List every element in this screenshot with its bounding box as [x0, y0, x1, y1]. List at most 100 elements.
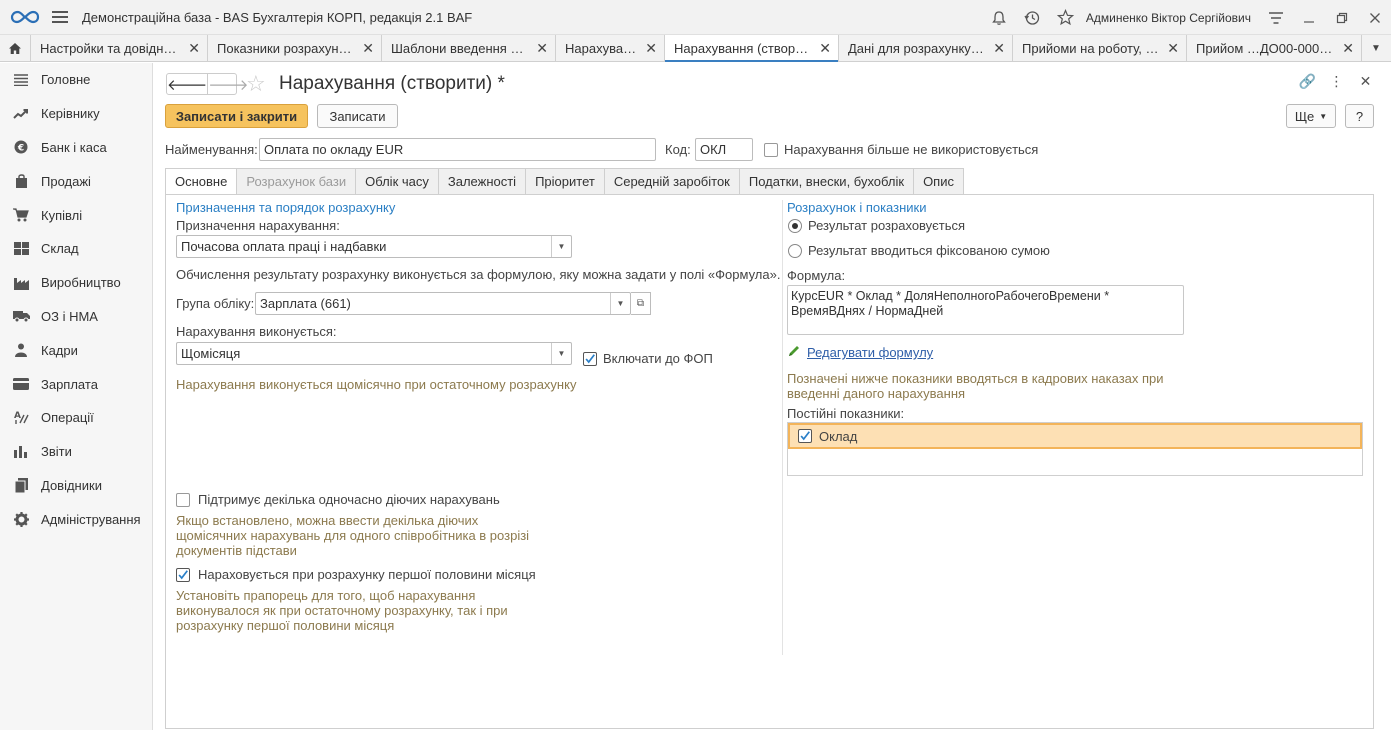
- dropdown-arrow-icon[interactable]: ▼: [551, 343, 571, 364]
- minimize-icon[interactable]: [1292, 0, 1325, 35]
- favorites-star-icon[interactable]: [1049, 0, 1082, 35]
- truck-icon: [12, 309, 30, 323]
- close-tab-icon[interactable]: ✕: [362, 40, 374, 57]
- purpose-select[interactable]: Почасова оплата праці і надбавки ▼: [176, 235, 572, 258]
- sidebar-item-production[interactable]: Виробництво: [0, 266, 152, 300]
- tab-main[interactable]: Основне: [165, 168, 238, 195]
- window-tab-label: Дані для розрахунку з…: [848, 41, 988, 56]
- home-icon[interactable]: [0, 35, 31, 62]
- radio-calc-group[interactable]: Результат розраховується: [788, 218, 965, 233]
- formula-textarea[interactable]: КурсEUR * Оклад * ДоляНеполногоРабочегоВ…: [787, 285, 1184, 335]
- coin-icon: €: [12, 140, 30, 154]
- account-group-select[interactable]: Зарплата (661) ▼: [255, 292, 631, 315]
- trend-icon: [12, 107, 30, 121]
- favorite-star-icon[interactable]: ☆: [246, 71, 266, 97]
- indicator-checkbox[interactable]: [798, 429, 812, 443]
- sidebar-item-sales[interactable]: Продажі: [0, 164, 152, 198]
- window-tab-active[interactable]: Нарахування (створи… ✕: [665, 35, 839, 62]
- formula-label: Формула:: [787, 268, 846, 283]
- sidebar-item-operations[interactable]: A Операції: [0, 401, 152, 435]
- tab-average-earnings[interactable]: Середній заробіток: [604, 168, 740, 195]
- dropdown-arrow-icon[interactable]: ▼: [610, 293, 630, 314]
- restore-icon[interactable]: [1325, 0, 1358, 35]
- include-fop-checkbox[interactable]: [583, 351, 597, 366]
- close-tab-icon[interactable]: ✕: [188, 40, 200, 57]
- current-user[interactable]: Админенко Віктор Сергійович: [1086, 11, 1251, 25]
- tab-base-calculation[interactable]: Розрахунок бази: [237, 168, 357, 195]
- sidebar-item-manager[interactable]: Керівнику: [0, 97, 152, 131]
- sidebar-item-administration[interactable]: Адміністрування: [0, 502, 152, 536]
- forward-arrow-icon[interactable]: 🡒: [207, 74, 248, 94]
- performed-hint: Нарахування виконується щомісячно при ос…: [176, 377, 577, 392]
- not-used-checkbox-group[interactable]: Нарахування більше не використовується: [764, 142, 1038, 157]
- close-form-icon[interactable]: ✕: [1351, 73, 1380, 90]
- save-and-close-button[interactable]: Записати і закрити: [165, 104, 308, 128]
- window-tab[interactable]: Настройки та довідни… ✕: [31, 35, 208, 62]
- formula-note: Обчислення результату розрахунку виконує…: [176, 267, 781, 282]
- radio-fixed[interactable]: [788, 243, 802, 258]
- multi-accrual-checkbox[interactable]: [176, 492, 190, 507]
- sidebar-item-label: Довідники: [41, 477, 102, 493]
- window-tab[interactable]: Прийом …ДО00-000004 ✕: [1187, 35, 1362, 62]
- tabs-more-chevron-icon[interactable]: ▼: [1362, 35, 1390, 61]
- radio-fixed-group[interactable]: Результат вводиться фіксованою сумою: [788, 243, 1050, 258]
- bell-icon[interactable]: [983, 0, 1016, 35]
- more-actions-icon[interactable]: ⋮: [1322, 73, 1351, 90]
- close-tab-icon[interactable]: ✕: [536, 40, 548, 57]
- tab-time-accounting[interactable]: Облік часу: [356, 168, 439, 195]
- accrual-form: 🡐 🡒 ☆ Нарахування (створити) * 🔗 ⋮ ✕ Зап…: [165, 63, 1380, 730]
- sidebar-item-fixed-assets[interactable]: ОЗ і НМА: [0, 300, 152, 334]
- tab-description[interactable]: Опис: [914, 168, 964, 195]
- tab-dependencies[interactable]: Залежності: [438, 168, 527, 195]
- history-icon[interactable]: [1016, 0, 1049, 35]
- settings-menu-icon[interactable]: [1259, 0, 1292, 35]
- close-tab-icon[interactable]: ✕: [1342, 40, 1354, 57]
- more-menu-button[interactable]: Ще ▼: [1286, 104, 1336, 128]
- close-tab-icon[interactable]: ✕: [993, 40, 1005, 57]
- link-icon[interactable]: 🔗: [1293, 73, 1322, 90]
- window-tab[interactable]: Показники розрахунку… ✕: [208, 35, 382, 62]
- bas-logo-icon[interactable]: [10, 7, 42, 27]
- close-tab-icon[interactable]: ✕: [1167, 40, 1179, 57]
- sidebar-item-main[interactable]: Головне: [0, 63, 152, 97]
- window-tab[interactable]: Прийоми на роботу, п… ✕: [1013, 35, 1187, 62]
- save-button[interactable]: Записати: [317, 104, 398, 128]
- sidebar-item-salary[interactable]: Зарплата: [0, 367, 152, 401]
- tab-taxes-accounting[interactable]: Податки, внески, бухоблік: [739, 168, 915, 195]
- tab-priority[interactable]: Пріоритет: [526, 168, 605, 195]
- sidebar-item-label: Купівлі: [41, 207, 83, 223]
- include-fop-group[interactable]: Включати до ФОП: [583, 351, 713, 366]
- sidebar-item-warehouse[interactable]: Склад: [0, 232, 152, 266]
- purpose-value: Почасова оплата праці і надбавки: [181, 239, 387, 254]
- main-menu-icon[interactable]: [52, 11, 68, 23]
- dropdown-arrow-icon[interactable]: ▼: [551, 236, 571, 257]
- sidebar-item-directories[interactable]: Довідники: [0, 469, 152, 503]
- sidebar-item-bank[interactable]: € Банк і каса: [0, 131, 152, 165]
- help-button[interactable]: ?: [1345, 104, 1374, 128]
- code-input[interactable]: ОКЛ: [695, 138, 753, 161]
- sidebar-item-purchases[interactable]: Купівлі: [0, 198, 152, 232]
- close-window-icon[interactable]: [1358, 0, 1391, 35]
- name-input[interactable]: Оплата по окладу EUR: [259, 138, 656, 161]
- window-tab[interactable]: Дані для розрахунку з… ✕: [839, 35, 1013, 62]
- window-tab[interactable]: Нарахування ✕: [556, 35, 665, 62]
- not-used-checkbox[interactable]: [764, 142, 778, 157]
- table-row[interactable]: Оклад: [788, 423, 1362, 449]
- open-icon[interactable]: ⧉: [631, 292, 651, 315]
- sidebar-item-label: Склад: [41, 241, 79, 257]
- sidebar-item-reports[interactable]: Звіти: [0, 435, 152, 469]
- sidebar-item-hr[interactable]: Кадри: [0, 333, 152, 367]
- radio-calculated[interactable]: [788, 218, 802, 233]
- close-tab-icon[interactable]: ✕: [645, 40, 657, 57]
- first-half-group[interactable]: Нараховується при розрахунку першої поло…: [176, 567, 536, 582]
- multi-accrual-group[interactable]: Підтримує декілька одночасно діючих нара…: [176, 492, 500, 507]
- performed-select[interactable]: Щомісяця ▼: [176, 342, 572, 365]
- section-purpose-title: Призначення та порядок розрахунку: [176, 200, 396, 215]
- edit-formula-link[interactable]: Редагувати формулу: [807, 345, 933, 360]
- edit-formula-group[interactable]: Редагувати формулу: [787, 344, 933, 361]
- back-arrow-icon[interactable]: 🡐: [167, 74, 207, 94]
- first-half-checkbox[interactable]: [176, 567, 190, 582]
- close-tab-icon[interactable]: ✕: [819, 40, 831, 57]
- nav-buttons: 🡐 🡒: [166, 73, 248, 95]
- window-tab[interactable]: Шаблони введення ви… ✕: [382, 35, 556, 62]
